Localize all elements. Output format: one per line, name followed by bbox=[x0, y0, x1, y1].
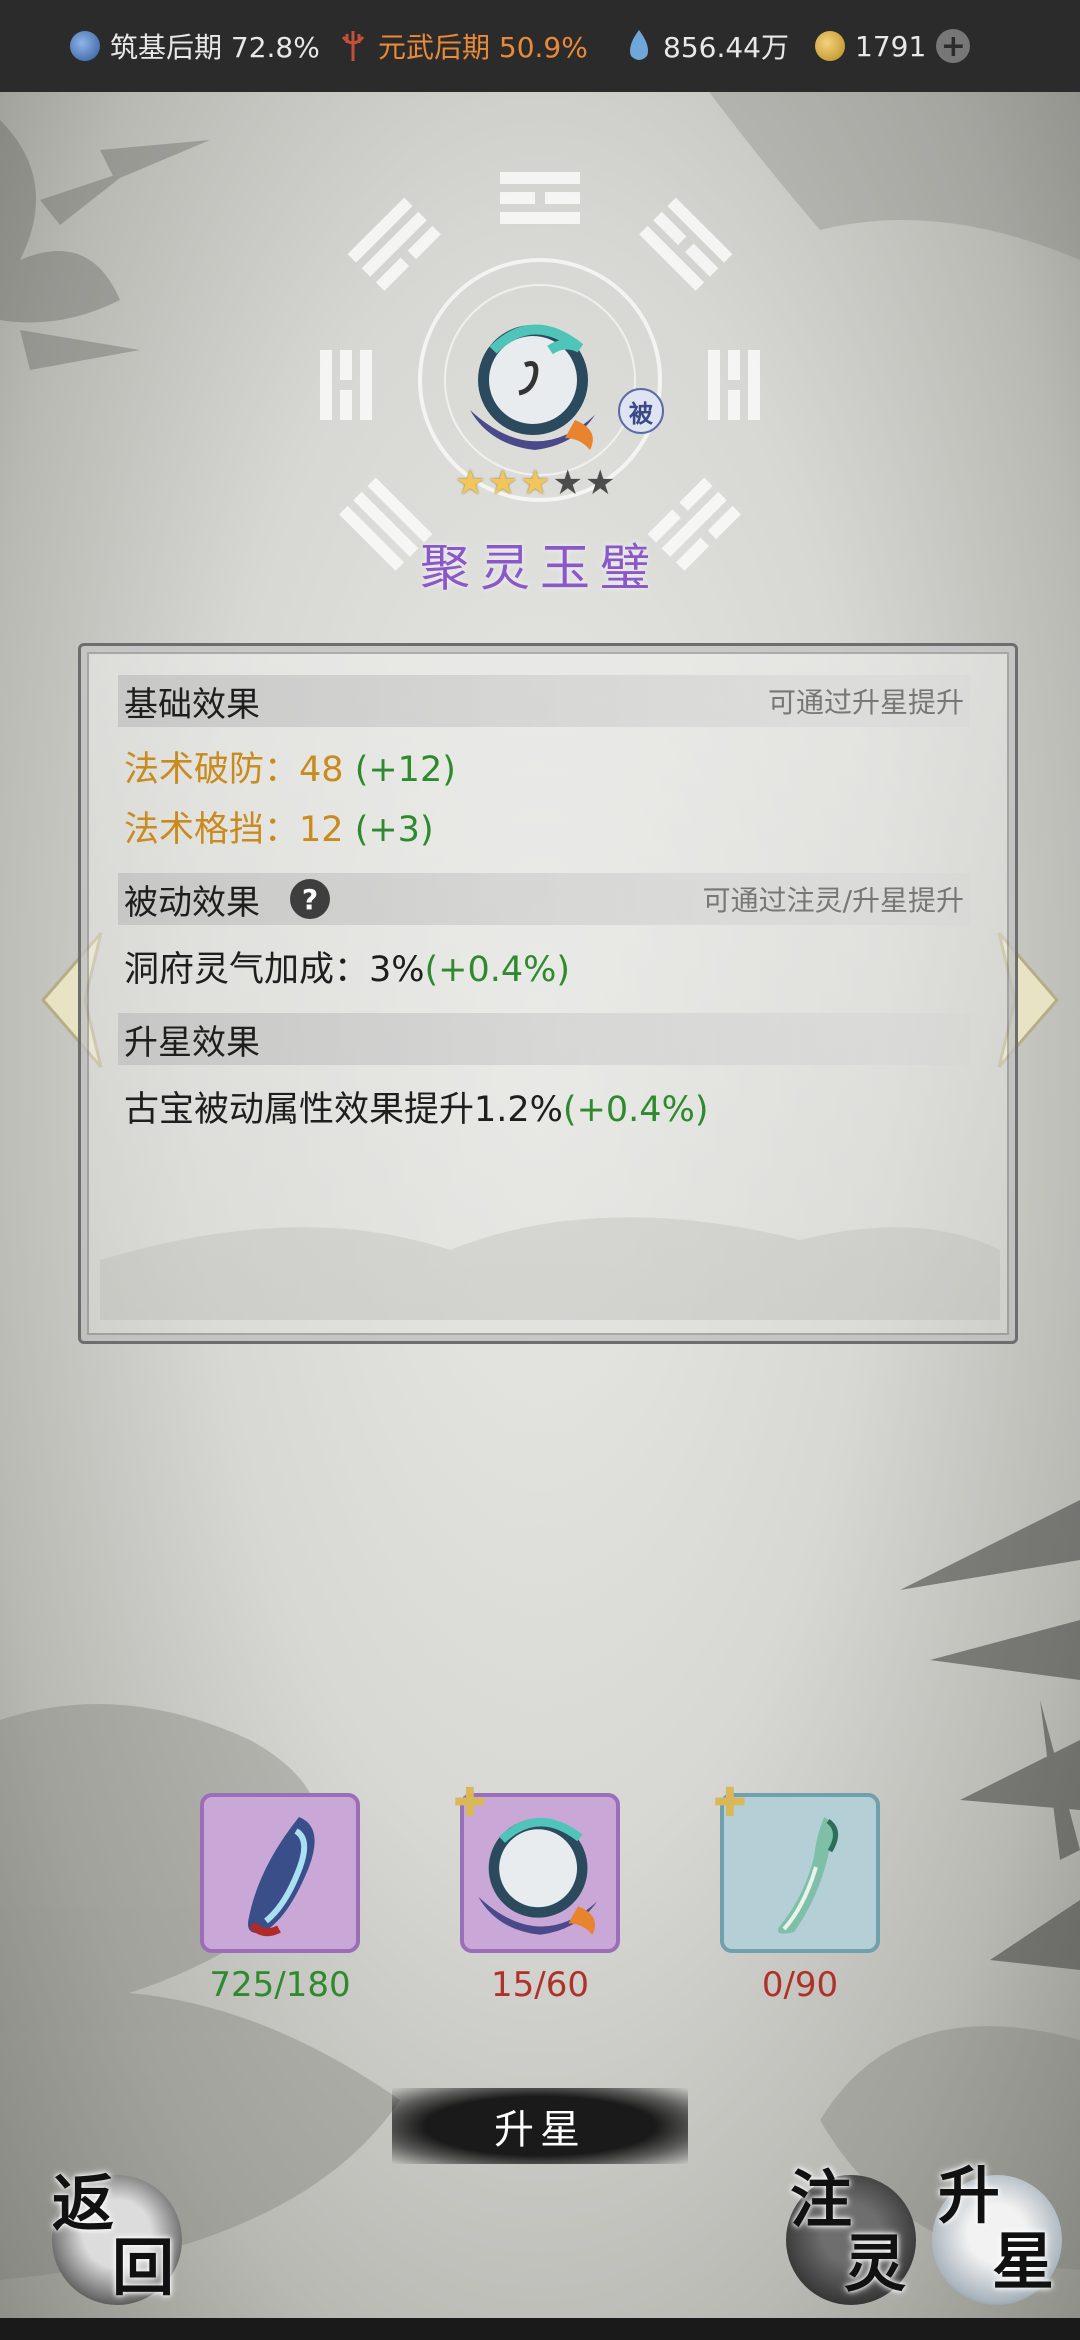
spirit-stones-value: 856.44万 bbox=[663, 31, 789, 64]
plus-icon[interactable]: + bbox=[936, 29, 971, 64]
infuse-label-1: 注 bbox=[790, 2163, 853, 2236]
passive-effect-text: 洞府灵气加成：3% bbox=[124, 950, 425, 990]
realm-progress-1-text: 筑基后期 72.8% bbox=[110, 31, 320, 64]
bottom-bar bbox=[0, 2318, 1080, 2340]
back-label-1: 返 bbox=[52, 2167, 115, 2240]
stat-bonus: (+12) bbox=[354, 750, 456, 790]
basic-effects-title: 基础效果 bbox=[124, 684, 260, 725]
stat-row: 法术破防：48 (+12) bbox=[124, 741, 456, 792]
effects-rows: 基础效果 可通过升星提升法术破防：48 (+12) 法术格挡：12 (+3) 被动效果… bbox=[78, 643, 1012, 1338]
stat-row: 法术格挡：12 (+3) bbox=[124, 801, 434, 852]
gold-coin-icon bbox=[815, 31, 845, 61]
passive-effect-row: 洞府灵气加成：3%(+0.4%) bbox=[124, 941, 570, 992]
stat-value: 12 bbox=[299, 810, 344, 850]
passive-effects-header: 被动效果? 可通过注灵/升星提升 bbox=[118, 873, 970, 925]
stat-label: 法术格挡： bbox=[124, 810, 300, 850]
spirit-jade-shard-icon bbox=[248, 1817, 315, 1937]
red-trident-icon bbox=[341, 31, 365, 61]
starup-effects-title: 升星效果 bbox=[124, 1022, 260, 1063]
star-rating: ★ ★ ★ ★ ★ bbox=[455, 466, 615, 500]
star-up-label-2: 星 bbox=[992, 2225, 1055, 2298]
star-up-button[interactable]: 升 星 bbox=[932, 2165, 1062, 2305]
swirl-orb-icon bbox=[70, 31, 100, 61]
back-button[interactable]: 返 回 bbox=[52, 2167, 182, 2305]
passive-effect-bonus: (+0.4%) bbox=[424, 950, 571, 990]
starup-effect-bonus: (+0.4%) bbox=[562, 1090, 709, 1130]
basic-effects-hint: 可通过升星提升 bbox=[767, 686, 964, 719]
stat-label: 法术破防： bbox=[124, 750, 300, 790]
realm-progress-1: 筑基后期 72.8% bbox=[70, 0, 320, 92]
puzzle-piece-icon: ✚ bbox=[713, 1780, 747, 1826]
stat-value: 48 bbox=[299, 750, 344, 790]
passive-effects-title-wrap: 被动效果? bbox=[124, 875, 330, 924]
material-count-3: 0/90 bbox=[761, 1965, 839, 2005]
passive-badge: 被 bbox=[618, 388, 664, 434]
puzzle-piece-icon: ✚ bbox=[453, 1780, 487, 1826]
star-empty-icon: ★ bbox=[584, 463, 616, 503]
star-empty-icon: ★ bbox=[552, 463, 583, 503]
help-icon[interactable]: ? bbox=[290, 879, 330, 919]
star-filled-icon: ★ bbox=[455, 463, 486, 503]
jade-counter: 1791 + bbox=[815, 0, 971, 92]
starup-effect-row: 古宝被动属性效果提升1.2%(+0.4%) bbox=[124, 1081, 708, 1132]
infuse-label-2: 灵 bbox=[844, 2227, 907, 2300]
realm-progress-2: 元武后期 50.9% bbox=[338, 0, 588, 92]
artifact-name: 聚灵玉璧 bbox=[420, 539, 660, 597]
upgrade-star-button[interactable]: 升星 bbox=[392, 2088, 688, 2164]
material-count-1: 725/180 bbox=[209, 1965, 351, 2005]
starup-effect-text: 古宝被动属性效果提升1.2% bbox=[124, 1090, 563, 1130]
star-up-label-1: 升 bbox=[938, 2159, 1001, 2232]
basic-effects-header: 基础效果 可通过升星提升 bbox=[118, 675, 970, 727]
star-filled-icon: ★ bbox=[487, 463, 518, 503]
infuse-button[interactable]: 注 灵 bbox=[786, 2169, 916, 2305]
star-filled-icon: ★ bbox=[519, 463, 551, 503]
material-slot-1[interactable] bbox=[200, 1793, 360, 1953]
spirit-stones-counter: 856.44万 bbox=[625, 0, 789, 92]
material-count-2: 15/60 bbox=[491, 1965, 589, 2005]
starup-effects-header: 升星效果 bbox=[118, 1013, 970, 1065]
passive-effects-hint: 可通过注灵/升星提升 bbox=[702, 884, 964, 917]
stat-bonus: (+3) bbox=[354, 810, 434, 850]
top-status-bar: 筑基后期 72.8% 元武后期 50.9% 856.44万 1791 + bbox=[0, 0, 1080, 92]
jade-disc-artifact-icon bbox=[470, 324, 595, 450]
water-drop-icon bbox=[630, 30, 648, 60]
back-label-2: 回 bbox=[112, 2231, 175, 2304]
realm-progress-2-text: 元武后期 50.9% bbox=[378, 31, 588, 64]
passive-effects-title: 被动效果 bbox=[124, 882, 260, 923]
jade-value: 1791 bbox=[855, 29, 927, 63]
